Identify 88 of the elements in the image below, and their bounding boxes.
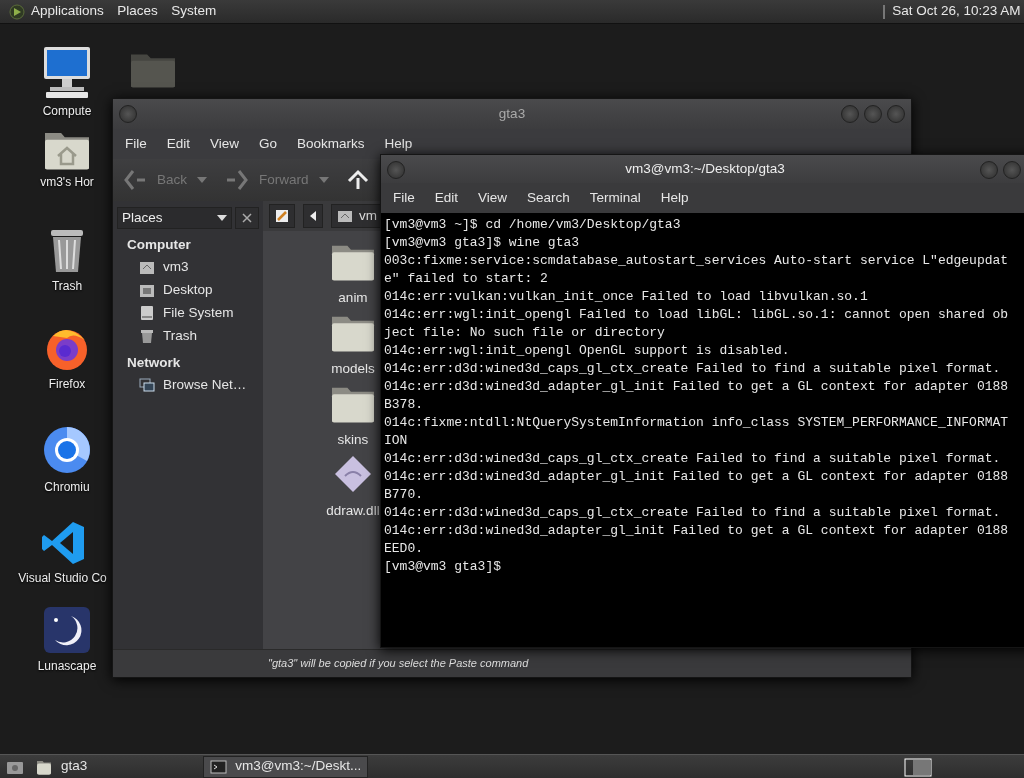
icon-label: Compute: [42, 103, 92, 121]
window-title: vm3@vm3:~/Desktop/gta3: [625, 159, 785, 178]
chromium-icon[interactable]: [42, 425, 92, 475]
menu-item[interactable]: Terminal: [581, 187, 653, 209]
moon-icon[interactable]: [43, 606, 91, 654]
taskbar-button[interactable]: gta3: [30, 755, 94, 778]
icon-label: Chromiu: [44, 479, 90, 497]
close-sidebar-button[interactable]: [235, 207, 259, 229]
edit-location-button[interactable]: [269, 204, 295, 228]
forward-arrow-icon: [225, 169, 249, 191]
terminal-line: [vm3@vm3 ~]$ cd /home/vm3/Desktop/gta3: [384, 216, 682, 234]
terminal-line: 003c:fixme:service:scmdatabase_autostart_services Auto-start service L"edgeupdat: [384, 252, 1010, 270]
terminal-line: [vm3@vm3 gta3]$: [384, 558, 503, 576]
terminal-line: B770.: [384, 486, 424, 504]
trash-icon[interactable]: [48, 228, 86, 274]
scroll-left-button[interactable]: [303, 204, 323, 228]
terminal-line: 014c:err:wgl:init_opengl OpenGL support is disabled.: [384, 342, 791, 360]
taskbar-button[interactable]: vm3@vm3:~/Deskt...: [203, 755, 369, 778]
menu-item[interactable]: Edit: [158, 133, 203, 155]
window-title: gta3: [498, 104, 526, 123]
terminal-line: 014c:fixme:ntdll:NtQuerySystemInformation info_class SYSTEM_PERFORMANCE_INFORMAT: [384, 414, 1010, 432]
file-name[interactable]: ddraw.dll: [326, 500, 380, 521]
menu-item[interactable]: View: [202, 133, 252, 155]
menu-logo-icon[interactable]: [9, 3, 25, 20]
menu-item[interactable]: Edit: [426, 187, 471, 209]
terminal-line: e" failed to start: 2: [384, 270, 549, 288]
menu-item[interactable]: View: [470, 187, 520, 209]
code-editor-icon[interactable]: [39, 520, 86, 566]
terminal-line: 014c:err:d3d:wined3d_adapter_gl_init Failed to get a GL context for adapter 0188: [384, 468, 1010, 486]
terminal-line: B378.: [384, 396, 424, 414]
section-heading: Computer: [126, 236, 192, 254]
file-name[interactable]: anim: [338, 287, 368, 308]
close-icon: [242, 213, 253, 223]
workspace-switcher-icon[interactable]: [904, 756, 934, 777]
drive-icon: [139, 304, 155, 321]
folder-icon: [36, 758, 53, 775]
file-icon[interactable]: [333, 454, 373, 494]
terminal-line: 014c:err:d3d:wined3d_caps_gl_ctx_create Failed to find a suitable pixel format.: [384, 504, 1002, 522]
terminal-line: 014c:err:vulkan:vulkan_init_once Failed to load libvulkan.so.1: [384, 288, 869, 306]
menu-item[interactable]: Bookmarks: [289, 133, 377, 155]
trash-icon: [139, 327, 155, 344]
terminal-line: ject file: No such file or directory: [384, 324, 666, 342]
menu-item[interactable]: File: [385, 187, 427, 209]
up-arrow-icon: [346, 169, 371, 191]
menu-item[interactable]: Help: [376, 133, 425, 155]
file-name[interactable]: models: [331, 358, 375, 379]
menu-item[interactable]: Go: [251, 133, 290, 155]
sidebar-item[interactable]: Browse Net…: [117, 373, 259, 397]
clock[interactable]: Sat Oct 26, 10:23 AM: [892, 1, 1021, 22]
terminal-line: EED0.: [384, 540, 424, 558]
places-dropdown[interactable]: Places: [117, 207, 232, 229]
menu-item[interactable]: Applications: [31, 1, 104, 22]
separator-handle-icon: [881, 3, 886, 20]
icon-label: Visual Studio Co: [18, 570, 107, 588]
terminal-line: 014c:err:d3d:wined3d_caps_gl_ctx_create Failed to find a suitable pixel format.: [384, 450, 1002, 468]
file-name[interactable]: skins: [337, 429, 369, 450]
up-button[interactable]: [346, 169, 371, 191]
icon-label: Lunascape: [37, 658, 97, 676]
menu-item[interactable]: System: [171, 1, 217, 22]
sidebar-item[interactable]: Trash: [117, 324, 259, 348]
terminal-line: ION: [384, 432, 409, 450]
terminal-line: 014c:err:d3d:wined3d_adapter_gl_init Failed to get a GL context for adapter 0188: [384, 378, 1010, 396]
terminal-line: 014c:err:d3d:wined3d_caps_gl_ctx_create Failed to find a suitable pixel format.: [384, 360, 1002, 378]
caret-icon: [318, 176, 329, 184]
terminal-line: [vm3@vm3 gta3]$ wine gta3: [384, 234, 581, 252]
pencil-icon: [275, 209, 289, 223]
terminal-line: 014c:err:wgl:init_opengl Failed to load libGL: libGL.so.1: cannot open shared ob: [384, 306, 1010, 324]
menu-item[interactable]: Places: [117, 1, 158, 22]
terminal-line: 014c:err:d3d:wined3d_adapter_gl_init Failed to get a GL context for adapter 0188: [384, 522, 1010, 540]
sidebar-item[interactable]: File System: [117, 301, 259, 325]
menu-item[interactable]: File: [117, 133, 159, 155]
icon-label: Firefox: [48, 376, 86, 394]
back-arrow-icon: [123, 169, 147, 191]
network-icon: [139, 377, 155, 393]
status-message: "gta3" will be copied if you select the Paste command: [268, 656, 529, 672]
dropdown-caret-icon: [216, 214, 227, 222]
sidebar-item[interactable]: Desktop: [117, 278, 259, 302]
sidebar-item[interactable]: vm3: [117, 255, 259, 279]
home-icon: [337, 209, 353, 223]
path-button[interactable]: vm: [331, 204, 383, 228]
icon-label: vm3's Hor: [40, 174, 94, 192]
section-heading: Network: [126, 354, 182, 373]
terminal-icon: [210, 758, 228, 775]
menu-item[interactable]: Help: [652, 187, 701, 209]
icon-label: Trash: [51, 278, 83, 296]
menu-item[interactable]: Search: [519, 187, 582, 209]
left-arrow-icon: [309, 211, 317, 221]
caret-icon: [197, 176, 207, 184]
